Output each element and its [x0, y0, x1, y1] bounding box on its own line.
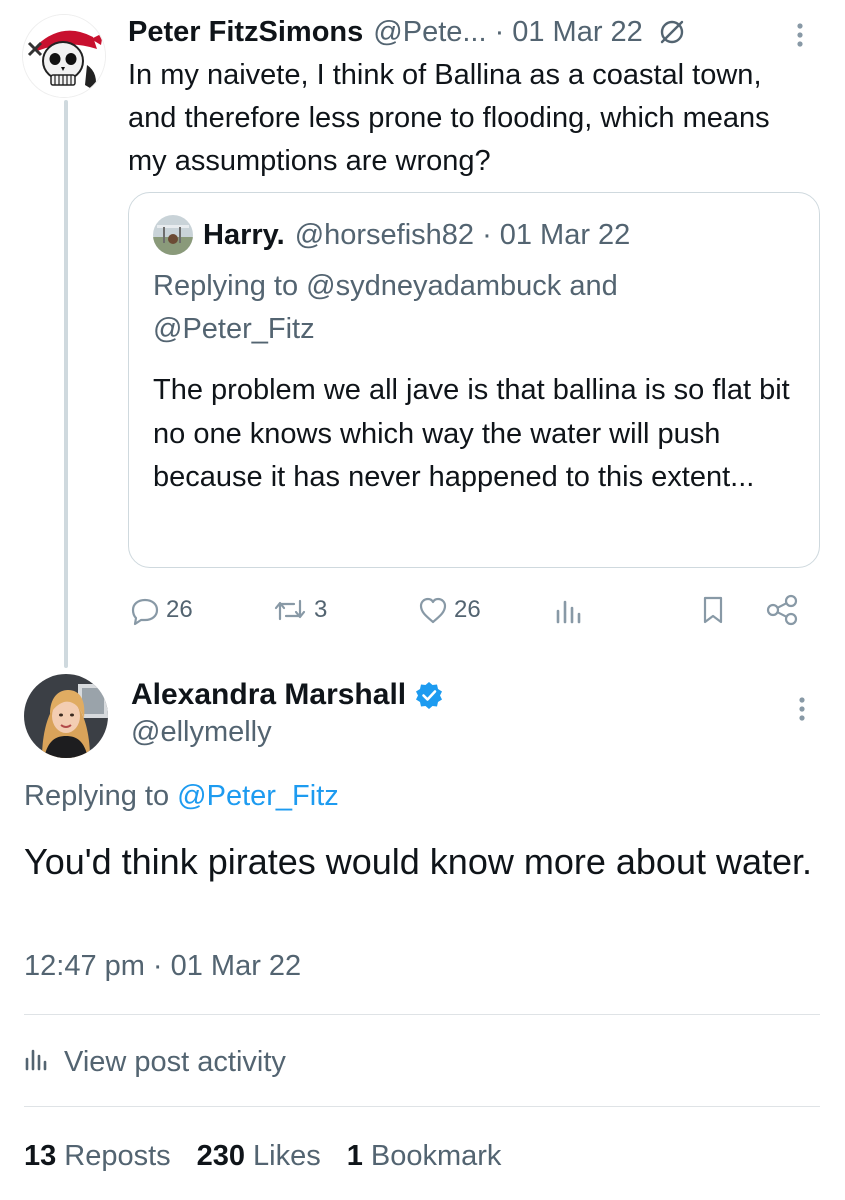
bar-chart-icon: [24, 1043, 64, 1081]
circle-slash-icon: [657, 17, 687, 47]
reposts-label: Reposts: [64, 1139, 171, 1172]
display-name[interactable]: Alexandra Marshall: [131, 678, 406, 712]
more-options-icon[interactable]: [790, 20, 810, 50]
repost-button[interactable]: 3: [270, 588, 327, 632]
divider: [24, 1106, 820, 1107]
separator: ·: [494, 15, 505, 48]
bookmarks-stat[interactable]: 1 Bookmark: [347, 1140, 502, 1173]
separator: ·: [482, 218, 492, 251]
handle[interactable]: @ellymelly: [131, 716, 272, 749]
replying-and: and: [569, 270, 618, 302]
thread-connector-line: [64, 100, 68, 668]
verified-badge-icon[interactable]: [414, 680, 444, 710]
reply-button[interactable]: 26: [128, 588, 193, 632]
display-name[interactable]: Peter FitzSimons: [128, 16, 363, 49]
tweet-timestamp[interactable]: 12:47 pm · 01 Mar 22: [24, 950, 301, 983]
tweet-action-bar: 26 3 26: [128, 588, 820, 632]
replying-to: Replying to @Peter_Fitz: [24, 780, 339, 813]
replying-prefix: Replying to: [153, 270, 299, 302]
quoted-tweet-header: Harry. @horsefish82 · 01 Mar 22: [153, 215, 631, 255]
quoted-date: 01 Mar 22: [499, 218, 631, 251]
tweet-header: Peter FitzSimons @Pete... · 01 Mar 22: [128, 12, 687, 52]
quoted-display-name: Harry.: [203, 218, 285, 251]
views-button[interactable]: [554, 588, 584, 632]
like-count: 26: [454, 596, 481, 623]
bookmarks-count: 1: [346, 1139, 363, 1172]
bar-chart-icon: [554, 593, 584, 627]
likes-label: Likes: [253, 1139, 321, 1172]
pirate-skull-icon: [23, 15, 105, 97]
reply-name-row: Alexandra Marshall: [131, 674, 444, 716]
quoted-handle: @horsefish82: [294, 218, 475, 251]
mention-link[interactable]: @sydneyadambuck: [306, 270, 561, 302]
mention-link[interactable]: @Peter_Fitz: [177, 780, 339, 812]
bookmarks-label: Bookmark: [370, 1139, 502, 1172]
reposts-stat[interactable]: 13 Reposts: [24, 1140, 171, 1173]
like-button[interactable]: 26: [416, 588, 481, 632]
quoted-tweet-text: The problem we all jave is that ballina …: [153, 374, 790, 493]
separator: ·: [152, 950, 163, 982]
likes-stat[interactable]: 230 Likes: [197, 1140, 321, 1173]
avatar[interactable]: [24, 674, 108, 758]
replying-prefix: Replying to: [24, 780, 170, 812]
view-post-activity-label: View post activity: [64, 1045, 286, 1078]
heart-icon: [416, 593, 450, 627]
share-icon: [764, 593, 800, 627]
likes-count: 230: [196, 1139, 246, 1172]
bookmark-icon: [698, 593, 728, 627]
quoted-replying-to: Replying to @sydneyadambuck and @Peter_F…: [153, 265, 793, 351]
tweet-date: 01 Mar 22: [170, 950, 302, 982]
tweet-text: You'd think pirates would know more abou…: [24, 841, 813, 882]
divider: [24, 1014, 820, 1015]
tweet-date[interactable]: 01 Mar 22: [512, 16, 643, 49]
quoted-tweet-card[interactable]: Harry. @horsefish82 · 01 Mar 22 Replying…: [128, 192, 820, 568]
engagement-stats: 13 Reposts 230 Likes 1 Bookmark: [24, 1134, 527, 1178]
tweet-time: 12:47 pm: [24, 950, 145, 982]
avatar[interactable]: [22, 14, 106, 98]
more-options-icon[interactable]: [792, 694, 812, 724]
reply-icon: [128, 593, 162, 627]
repost-icon: [270, 593, 310, 627]
handle[interactable]: @Pete...: [373, 16, 486, 49]
tweet-text: In my naivete, I think of Ballina as a c…: [128, 59, 770, 177]
bookmark-button[interactable]: [698, 588, 728, 632]
quoted-avatar: [153, 215, 193, 255]
share-button[interactable]: [764, 588, 800, 632]
view-post-activity-link[interactable]: View post activity: [24, 1040, 286, 1084]
mention-link[interactable]: @Peter_Fitz: [153, 313, 315, 345]
reply-count: 26: [166, 596, 193, 623]
reposts-count: 13: [24, 1139, 57, 1172]
repost-count: 3: [314, 596, 328, 623]
